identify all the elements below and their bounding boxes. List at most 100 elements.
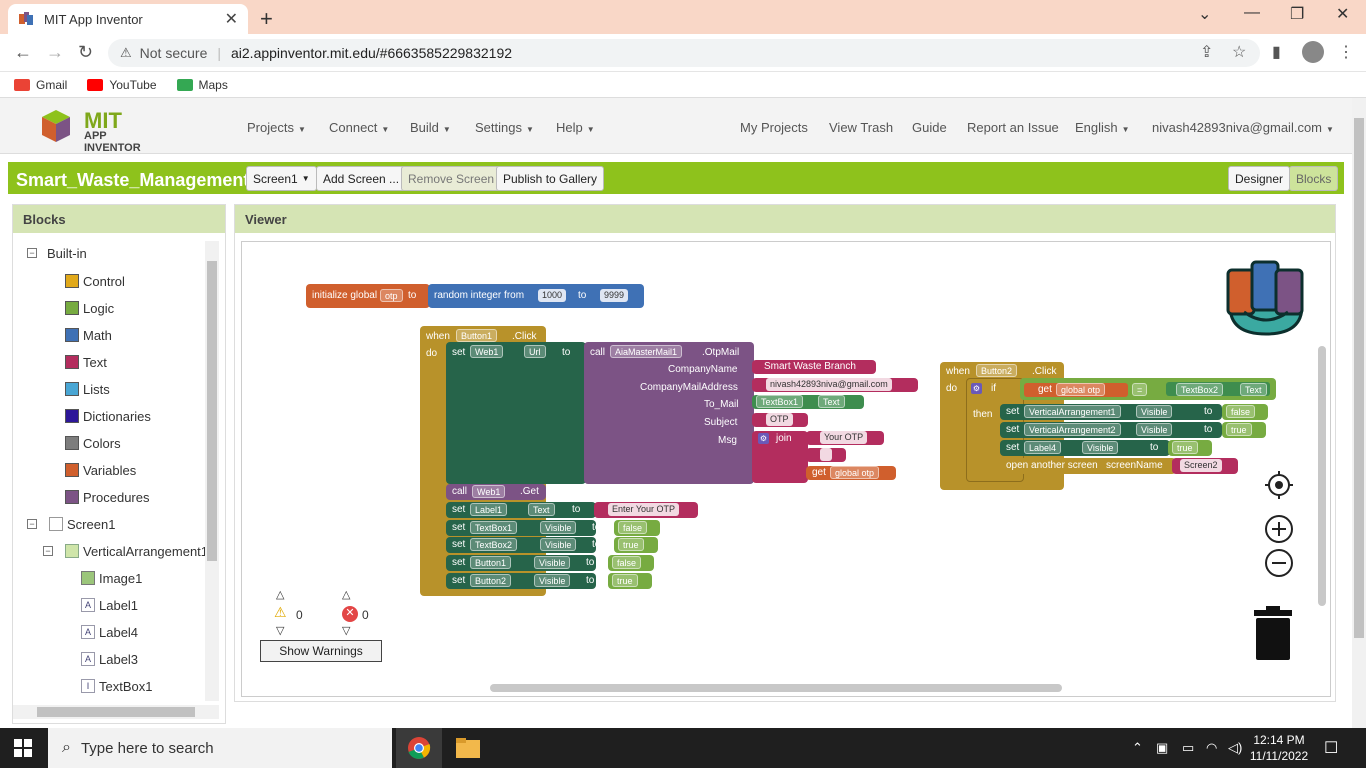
workspace-vertical-scrollbar[interactable] <box>1318 346 1326 606</box>
tab-search-icon[interactable]: ⌄ <box>1198 4 1211 24</box>
minimize-icon[interactable]: — <box>1244 4 1260 22</box>
textbox1-text-getter[interactable]: TextBox1 Text <box>752 395 864 409</box>
gear-icon[interactable]: ⚙ <box>971 383 982 394</box>
set-label4-visible[interactable]: set Label4 Visible to <box>1000 440 1170 456</box>
prev-warning-icon[interactable]: △ <box>276 588 284 601</box>
category-variables[interactable]: Variables <box>65 459 136 481</box>
menu-build[interactable]: Build ▼ <box>410 120 451 135</box>
category-math[interactable]: Math <box>65 324 112 346</box>
get-global-otp-1[interactable]: get global otp <box>806 466 896 480</box>
logic-true-4[interactable]: true <box>1168 440 1212 456</box>
tree-builtin[interactable]: Built-in <box>47 242 87 264</box>
random-integer-block[interactable]: random integer from 1000 to 9999 <box>428 284 644 308</box>
tree-component[interactable]: A Label3 <box>81 648 138 670</box>
text-enter-your-otp[interactable]: Enter Your OTP <box>594 502 698 518</box>
new-tab-icon[interactable]: + <box>260 6 273 32</box>
init-global-block[interactable]: initialize global otp to <box>306 284 430 308</box>
set-textbox1-visible[interactable]: set TextBox1 Visible to <box>446 520 600 536</box>
prev-error-icon[interactable]: △ <box>342 588 350 601</box>
text-empty[interactable] <box>806 448 846 462</box>
add-screen-button[interactable]: Add Screen ... <box>316 166 407 191</box>
set-textbox2-visible[interactable]: set TextBox2 Visible to <box>446 537 600 553</box>
category-dictionaries[interactable]: Dictionaries <box>65 405 151 427</box>
tree-vertical-arrangement[interactable]: VerticalArrangement1 <box>65 540 208 562</box>
publish-gallery-button[interactable]: Publish to Gallery <box>496 166 605 191</box>
collapse-screen-icon[interactable]: − <box>27 519 37 529</box>
logic-false-2[interactable]: false <box>608 555 654 571</box>
restore-icon[interactable]: ❐ <box>1290 4 1304 24</box>
call-web-get[interactable]: call Web1 .Get <box>446 484 546 500</box>
tree-horizontal-scrollbar[interactable] <box>13 705 219 719</box>
taskbar-search[interactable]: ⌕ Type here to search <box>48 728 392 768</box>
reload-icon[interactable]: ↻ <box>78 42 93 63</box>
screen-select[interactable]: Screen1 ▼ <box>246 166 317 191</box>
category-text[interactable]: Text <box>65 351 107 373</box>
bookmark-youtube[interactable]: YouTube <box>87 78 157 92</box>
bookmark-star-icon[interactable]: ☆ <box>1232 42 1246 62</box>
scrollbar-thumb[interactable] <box>37 707 195 717</box>
menu-help[interactable]: Help ▼ <box>556 120 595 135</box>
workspace-horizontal-scrollbar[interactable] <box>490 684 1062 692</box>
text-company-name[interactable]: Smart Waste Branch <box>752 360 876 374</box>
browser-menu-icon[interactable]: ⋮ <box>1338 42 1354 62</box>
side-panel-icon[interactable]: ▮ <box>1272 42 1281 62</box>
open-another-screen-block[interactable]: open another screen screenName <box>1000 458 1176 474</box>
bookmark-gmail[interactable]: Gmail <box>14 78 67 92</box>
set-va1-visible[interactable]: set VerticalArrangement1 Visible to <box>1000 404 1222 420</box>
scrollbar-thumb[interactable] <box>1354 118 1364 638</box>
show-warnings-button[interactable]: Show Warnings <box>260 640 382 662</box>
zoom-in-icon[interactable] <box>1264 514 1294 544</box>
logic-false-3[interactable]: false <box>1222 404 1268 420</box>
logic-true-3[interactable]: true <box>1222 422 1266 438</box>
text-otp-subject[interactable]: OTP <box>752 413 808 427</box>
back-icon[interactable]: ← <box>14 42 32 63</box>
menu-connect[interactable]: Connect ▼ <box>329 120 389 135</box>
menu-account[interactable]: nivash42893niva@gmail.com ▼ <box>1152 120 1334 135</box>
tray-chevron-icon[interactable]: ⌃ <box>1132 740 1143 756</box>
tree-component[interactable]: I TextBox1 <box>81 675 152 697</box>
set-label1-text[interactable]: set Label1 Text to <box>446 502 596 518</box>
volume-icon[interactable]: ◁) <box>1228 740 1242 756</box>
chrome-taskbar-button[interactable] <box>396 728 442 768</box>
collapse-builtin-icon[interactable]: − <box>27 248 37 258</box>
page-scrollbar[interactable] <box>1352 98 1366 728</box>
category-lists[interactable]: Lists <box>65 378 110 400</box>
taskbar-clock[interactable]: 12:14 PM 11/11/2022 <box>1246 732 1312 764</box>
tree-screen1[interactable]: Screen1 <box>49 513 115 535</box>
link-view-trash[interactable]: View Trash <box>829 120 893 135</box>
tree-component[interactable]: A Label1 <box>81 594 138 616</box>
next-error-icon[interactable]: ▽ <box>342 624 350 637</box>
compare-equals-block[interactable]: get global otp = TextBox2 Text <box>1020 378 1276 400</box>
call-otpmail-block[interactable]: call AiaMasterMail1 .OtpMail CompanyName… <box>584 342 754 484</box>
url-field[interactable]: ⚠ Not secure | ai2.appinventor.mit.edu/#… <box>108 39 1260 67</box>
category-colors[interactable]: Colors <box>65 432 121 454</box>
logic-true-2[interactable]: true <box>608 573 652 589</box>
backpack-icon[interactable] <box>1222 254 1310 338</box>
tab-close-icon[interactable]: ✕ <box>225 9 238 29</box>
meet-now-icon[interactable]: ▣ <box>1156 740 1168 756</box>
next-warning-icon[interactable]: ▽ <box>276 624 284 637</box>
bookmark-maps[interactable]: Maps <box>176 78 228 92</box>
logic-true-1[interactable]: true <box>614 537 658 553</box>
gear-icon[interactable]: ⚙ <box>758 433 769 444</box>
text-your-otp[interactable]: Your OTP <box>806 431 884 445</box>
link-guide[interactable]: Guide <box>912 120 947 135</box>
profile-avatar[interactable] <box>1302 41 1324 63</box>
set-va2-visible[interactable]: set VerticalArrangement2 Visible to <box>1000 422 1222 438</box>
trash-icon[interactable] <box>1252 604 1294 662</box>
set-button2-visible[interactable]: set Button2 Visible to <box>446 573 596 589</box>
blocks-button[interactable]: Blocks <box>1289 166 1339 191</box>
tree-component[interactable]: Image1 <box>81 567 142 589</box>
scrollbar-thumb[interactable] <box>207 261 217 561</box>
browser-tab[interactable]: MIT App Inventor ✕ <box>8 4 248 34</box>
blocks-workspace[interactable]: initialize global otp to random integer … <box>241 241 1331 697</box>
wifi-icon[interactable]: ◠ <box>1206 740 1217 756</box>
recenter-icon[interactable] <box>1264 470 1294 500</box>
tree-vertical-scrollbar[interactable] <box>205 241 219 701</box>
menu-language[interactable]: English ▼ <box>1075 120 1130 135</box>
designer-button[interactable]: Designer <box>1228 166 1291 191</box>
remove-screen-button[interactable]: Remove Screen <box>401 166 502 191</box>
set-button1-visible[interactable]: set Button1 Visible to <box>446 555 596 571</box>
file-explorer-icon[interactable] <box>456 738 480 758</box>
text-screen2[interactable]: Screen2 <box>1172 458 1238 474</box>
